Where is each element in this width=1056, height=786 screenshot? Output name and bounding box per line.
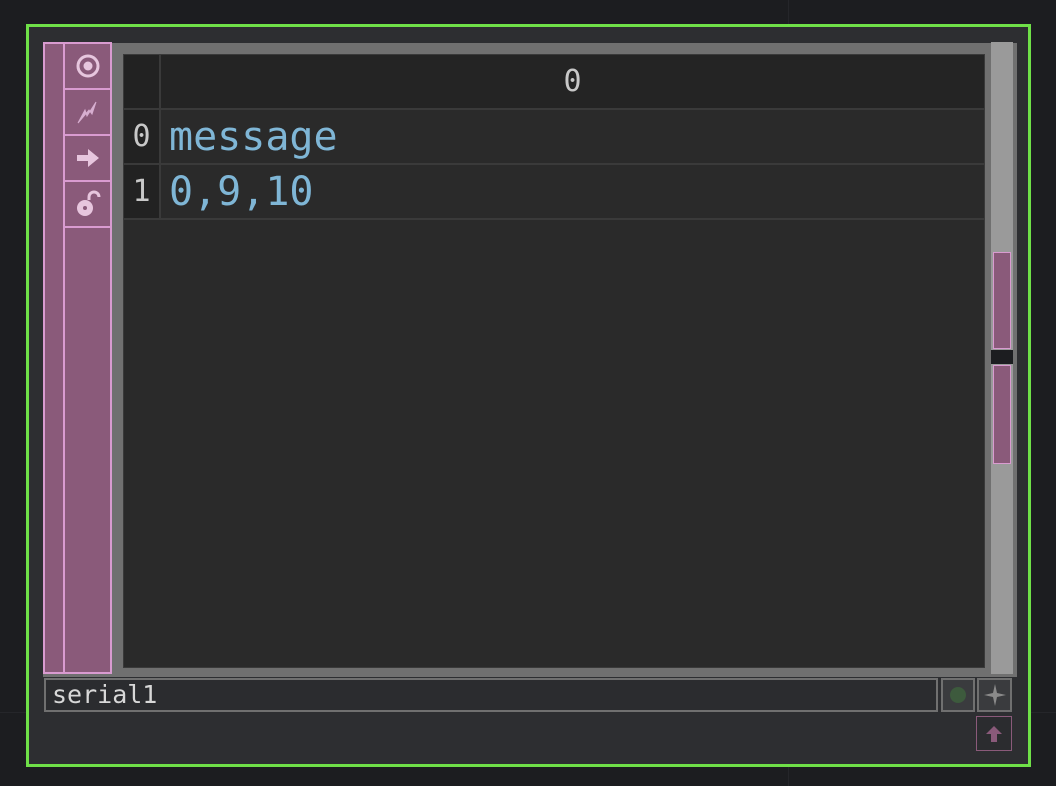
viewer-flag-button[interactable] (65, 44, 110, 90)
scrollbar-thumb-lower[interactable] (993, 365, 1011, 464)
node-type-stripe (43, 42, 65, 674)
corner-cell (124, 55, 161, 108)
table-row: 0 message (124, 110, 984, 165)
scrollbar-divider (991, 350, 1013, 364)
cook-flag-button[interactable] (65, 90, 110, 136)
viewer-active-button[interactable] (976, 716, 1012, 751)
lock-icon (76, 190, 100, 216)
sparkle-icon (983, 684, 1006, 706)
cook-icon (77, 101, 96, 124)
lock-flag-button[interactable] (65, 182, 110, 228)
export-flag-button[interactable] (65, 136, 110, 182)
pin-up-icon (986, 725, 1002, 742)
column-header: 0 (161, 55, 984, 108)
table-row: 1 0,9,10 (124, 165, 984, 220)
bypass-button[interactable] (941, 678, 975, 712)
bypass-dot-icon (950, 687, 966, 703)
table-viewer[interactable]: 0 0 message 1 0,9,10 (123, 54, 985, 668)
table-cell[interactable]: message (169, 110, 338, 163)
scrollbar-thumb-upper[interactable] (993, 252, 1011, 349)
table-cell[interactable]: 0,9,10 (169, 165, 314, 218)
node-name-field[interactable]: serial1 (44, 678, 938, 712)
export-arrow-icon (76, 149, 99, 167)
node-flags-column (65, 42, 112, 674)
row-index: 1 (124, 165, 161, 218)
row-index: 0 (124, 110, 161, 163)
display-flag-button[interactable] (977, 678, 1012, 712)
scrollbar-track[interactable] (991, 42, 1013, 674)
table-header-row: 0 (124, 55, 984, 110)
viewer-target-icon (76, 54, 99, 78)
